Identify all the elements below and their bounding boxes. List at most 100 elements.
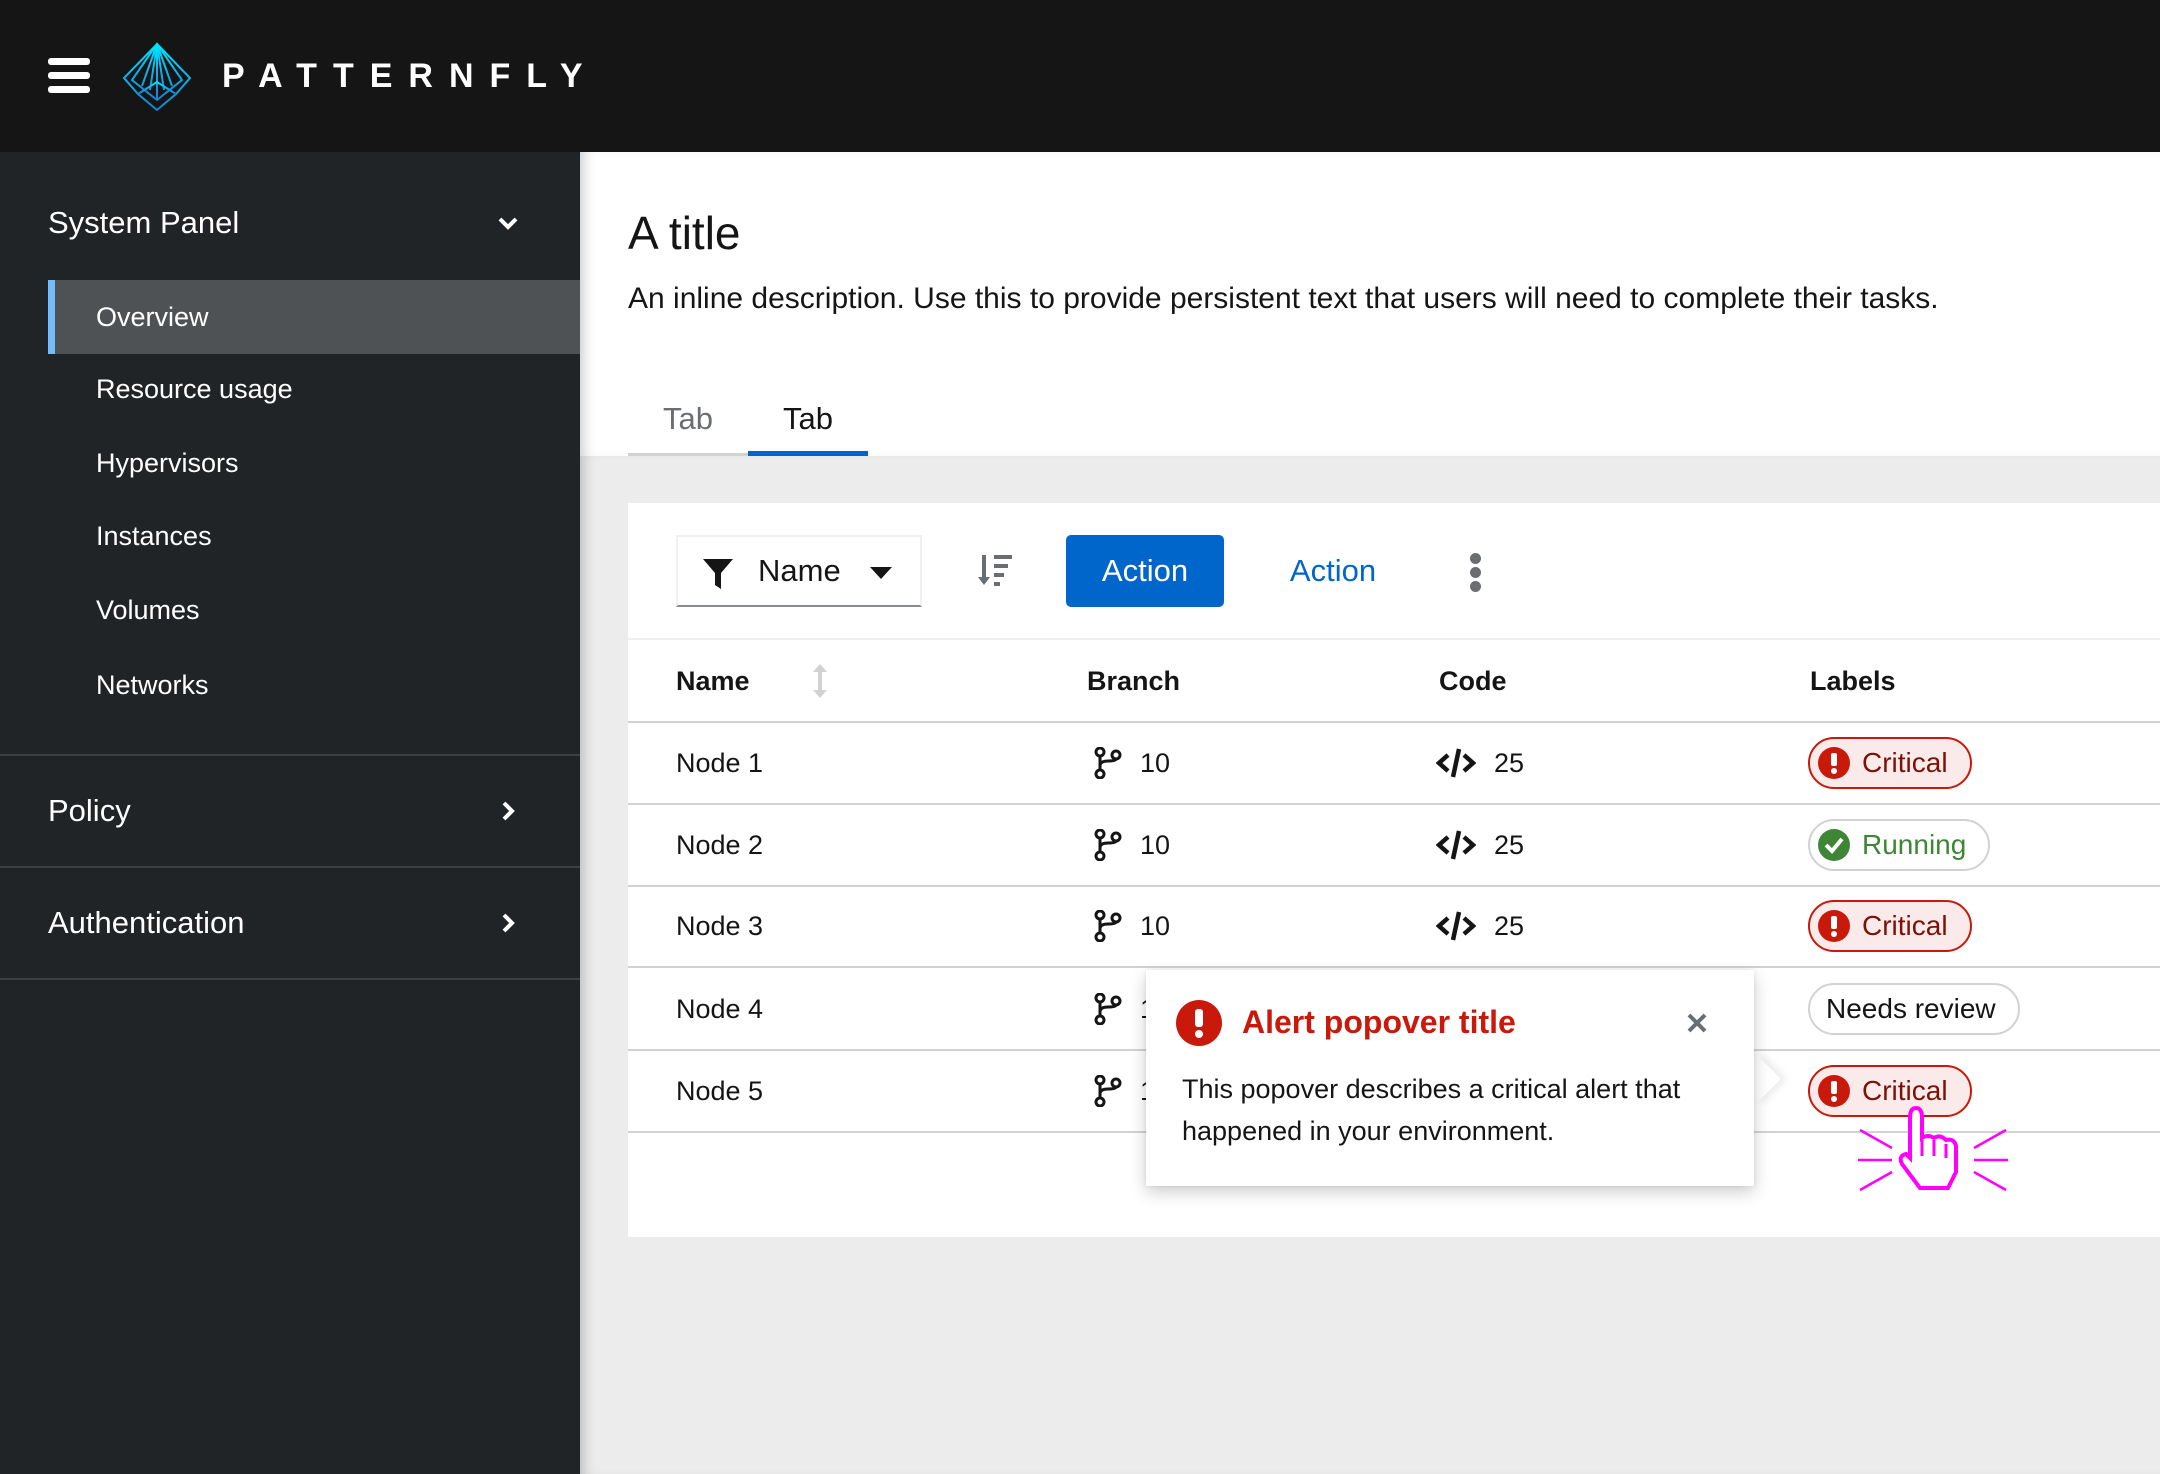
sort-icon[interactable] [812,664,828,698]
cell-name: Node 4 [676,969,763,1049]
patternfly-logo-icon [122,42,192,112]
sidebar-item-label: Volumes [96,594,200,625]
sidebar-item-label: Hypervisors [96,447,239,478]
sidebar-nav: System Panel Overview Resource usage Hyp… [0,152,580,1474]
code-icon [1436,748,1476,778]
cell-labels: Critical [1808,723,1972,803]
cell-labels: Critical [1808,886,1972,966]
code-count: 25 [1494,829,1525,860]
chevron-down-icon [498,217,518,230]
code-branch-icon [1094,829,1122,861]
sidebar-item-label: Resource usage [96,373,293,404]
cell-code: 25 [1436,886,1524,966]
code-branch-icon [1094,993,1122,1025]
sidebar-item-label: Overview [96,301,209,332]
node-name: Node 3 [676,910,764,941]
status-label-text: Needs review [1826,993,1996,1024]
sidebar-item-instances[interactable]: Instances [48,499,580,573]
filter-select-label: Name [758,553,841,588]
sidebar-item-label: Instances [96,520,212,551]
page-description: An inline description. Use this to provi… [628,282,1939,315]
page-header: A title An inline description. Use this … [580,152,2160,456]
branch-count: 10 [1140,747,1171,778]
code-branch-icon [1094,910,1122,942]
code-count: 25 [1494,910,1525,941]
branch-count: 10 [1140,910,1171,941]
status-label-plain[interactable]: Needs review [1808,983,2020,1035]
cell-branch: 10 [1094,886,1170,966]
sidebar-item-resource-usage[interactable]: Resource usage [48,352,580,426]
link-action-button[interactable]: Action [1258,535,1408,607]
exclamation-circle-icon [1818,910,1850,942]
status-label-danger[interactable]: Critical [1808,737,1972,789]
column-header-code: Code [1439,666,1507,696]
cell-labels: Running [1808,805,1991,885]
nav-group-label: System Panel [48,205,240,240]
sidebar-item-overview[interactable]: Overview [48,280,580,354]
status-label-text: Running [1862,829,1967,860]
table-row[interactable]: Node 2 10 25 Running [628,805,2160,887]
sidebar-item-label: Networks [96,669,209,700]
cell-name: Node 5 [676,1051,763,1131]
tab-1[interactable]: Tab [628,382,748,456]
table-row[interactable]: Node 1 10 25 Critical [628,723,2160,805]
caret-down-icon [870,567,892,579]
masthead: PATTERNFLY [0,0,2160,152]
tab-2[interactable]: Tab [748,382,868,456]
sidebar-item-networks[interactable]: Networks [48,648,580,722]
status-label-text: Critical [1862,1075,1948,1106]
close-icon[interactable] [1686,1012,1708,1034]
check-circle-icon [1818,829,1850,861]
nav-group-system-panel[interactable]: System Panel [0,202,580,244]
nav-group-policy[interactable]: Policy [0,756,580,866]
nav-divider [0,978,580,980]
brand-name: PATTERNFLY [222,57,599,95]
table-row[interactable]: Node 3 10 25 Critical [628,886,2160,968]
filter-icon [703,559,733,589]
code-count: 25 [1494,747,1525,778]
chevron-right-icon [502,801,515,821]
cell-code: 25 [1436,805,1524,885]
column-header-labels: Labels [1810,666,1896,696]
hamburger-icon[interactable] [48,58,90,94]
cell-code: 25 [1436,723,1524,803]
cell-branch: 10 [1094,723,1170,803]
popover-title: Alert popover title [1242,1004,1516,1040]
kebab-icon[interactable] [1470,553,1481,593]
toolbar: Name Action Action [628,503,2160,640]
chevron-right-icon [502,913,515,933]
node-name: Node 5 [676,1075,764,1106]
alert-popover: Alert popover title This popover describ… [1146,970,1754,1186]
table-header: Name Branch Code Labels [628,640,2160,723]
page-title: A title [628,207,741,259]
column-header-label: Name [676,666,750,696]
status-label-success[interactable]: Running [1808,819,1991,871]
nav-group-authentication[interactable]: Authentication [0,868,580,978]
filter-select[interactable]: Name [676,535,922,607]
primary-action-button[interactable]: Action [1066,535,1224,607]
exclamation-circle-icon [1818,747,1850,779]
code-branch-icon [1094,747,1122,779]
sidebar-item-volumes[interactable]: Volumes [48,573,580,647]
branch-count: 10 [1140,829,1171,860]
cell-name: Node 1 [676,723,763,803]
node-name: Node 4 [676,993,764,1024]
code-icon [1436,911,1476,941]
column-header-branch: Branch [1087,666,1181,696]
node-name: Node 1 [676,747,764,778]
exclamation-circle-icon [1176,1000,1222,1046]
exclamation-circle-icon [1818,1075,1850,1107]
column-header-name[interactable]: Name [676,640,750,723]
cell-name: Node 2 [676,805,763,885]
cell-labels: Critical [1808,1051,1972,1131]
nav-group-label: Policy [48,793,131,828]
status-label-danger[interactable]: Critical [1808,900,1972,952]
code-icon [1436,830,1476,860]
cell-labels: Needs review [1808,969,2020,1049]
sort-amount-down-icon[interactable] [976,551,1016,591]
sidebar-item-hypervisors[interactable]: Hypervisors [48,426,580,500]
status-label-text: Critical [1862,747,1948,778]
status-label-danger[interactable]: Critical [1808,1065,1972,1117]
cell-branch: 10 [1094,805,1170,885]
status-label-text: Critical [1862,910,1948,941]
